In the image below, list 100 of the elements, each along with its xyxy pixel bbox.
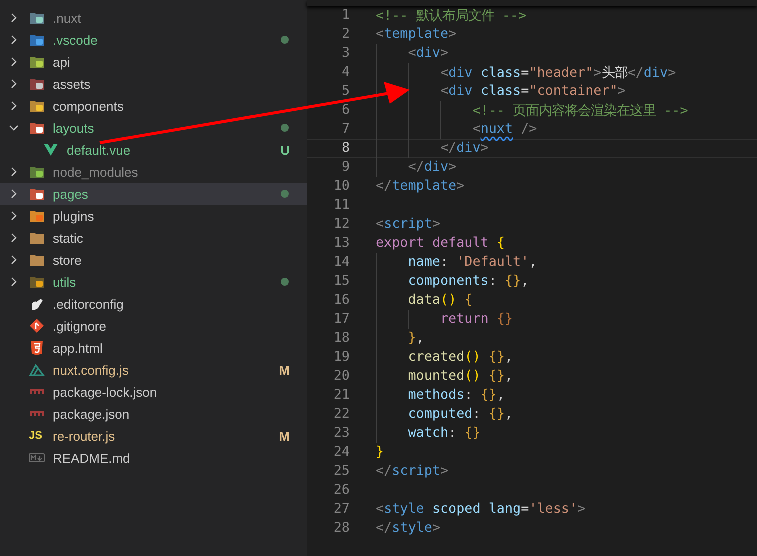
explorer-item[interactable]: static <box>0 227 307 249</box>
code-line: <!-- 页面内容将会渲染在这里 --> <box>472 102 688 120</box>
line-number: 2 <box>340 27 350 42</box>
file-name: .nuxt <box>53 10 82 26</box>
folder-icon <box>29 76 45 92</box>
code-line: data() { <box>407 293 473 308</box>
line-number: 15 <box>332 274 350 289</box>
file-name: store <box>53 252 83 268</box>
file-name: plugins <box>53 208 96 224</box>
git-icon <box>29 318 45 334</box>
file-name: app.html <box>53 340 104 356</box>
file-name: package-lock.json <box>53 384 158 400</box>
triangle-icon <box>29 362 45 378</box>
code-line: methods: {}, <box>407 388 505 403</box>
explorer-item[interactable]: api <box>0 51 307 73</box>
code-line: components: {}, <box>407 274 530 289</box>
folder-icon <box>29 252 45 268</box>
line-number: 7 <box>340 122 350 137</box>
file-name: api <box>53 54 72 70</box>
explorer-item[interactable]: pages <box>0 183 307 205</box>
explorer-item[interactable]: .gitignore <box>0 315 307 337</box>
code-line: </style> <box>376 521 440 536</box>
file-name: .editorconfig <box>53 296 125 312</box>
line-number: 3 <box>340 46 350 61</box>
code-line: <template> <box>376 27 457 42</box>
code-line: </div> <box>440 141 489 156</box>
explorer-item[interactable]: assets <box>0 73 307 95</box>
line-number: 18 <box>332 331 350 346</box>
folder-icon <box>29 32 45 48</box>
code-line: created() {}, <box>407 350 514 365</box>
explorer-item[interactable]: README.md <box>0 447 307 469</box>
code-line: mounted() {}, <box>407 369 514 384</box>
line-number: 13 <box>332 236 350 251</box>
code-line: <style scoped lang='less'> <box>376 502 586 517</box>
line-number: 8 <box>340 141 350 156</box>
line-number: 6 <box>340 103 350 118</box>
line-number: 11 <box>332 198 350 213</box>
line-number: 1 <box>340 8 350 23</box>
explorer-item[interactable]: node_modules <box>0 161 307 183</box>
explorer-item[interactable]: app.html <box>0 337 307 359</box>
file-name: .gitignore <box>53 318 108 334</box>
code-line: <!-- 默认布局文件 --> <box>376 8 527 24</box>
explorer-item[interactable]: JS re-router.js M <box>0 425 307 447</box>
line-number: 20 <box>332 369 350 384</box>
folder-icon <box>29 164 45 180</box>
explorer-item[interactable]: components <box>0 95 307 117</box>
file-name: node_modules <box>53 164 140 180</box>
file-name: package.json <box>53 406 131 422</box>
folder-icon <box>29 120 45 136</box>
explorer-item[interactable]: utils <box>0 271 307 293</box>
code-line: </template> <box>376 179 465 194</box>
code-line: </script> <box>376 464 449 479</box>
file-name: nuxt.config.js <box>53 362 130 378</box>
file-name: components <box>53 98 125 114</box>
line-number: 12 <box>332 217 350 232</box>
line-number: 9 <box>340 160 350 175</box>
file-name: static <box>53 230 84 246</box>
folder-icon <box>29 186 45 202</box>
explorer-item[interactable]: .editorconfig <box>0 293 307 315</box>
code-line: </div> <box>407 160 457 175</box>
folder-icon <box>29 98 45 114</box>
v-icon <box>43 142 59 158</box>
folder-icon <box>29 10 45 26</box>
explorer-item[interactable]: store <box>0 249 307 271</box>
folder-icon <box>29 230 45 246</box>
code-line: computed: {}, <box>407 407 514 422</box>
line-number: 28 <box>332 521 350 536</box>
line-number: 16 <box>332 293 350 308</box>
line-number: 5 <box>340 84 350 99</box>
line-number: 27 <box>332 502 350 517</box>
code-line: watch: {} <box>407 426 481 441</box>
explorer-item[interactable]: plugins <box>0 205 307 227</box>
line-number: 14 <box>332 255 350 270</box>
code-line: return {} <box>440 312 514 327</box>
explorer-item[interactable]: package.json <box>0 403 307 425</box>
file-name: utils <box>53 274 78 290</box>
line-number: 24 <box>332 445 350 460</box>
code-line: } <box>376 445 384 460</box>
line-number: 23 <box>332 426 350 441</box>
code-line: <script> <box>376 217 440 232</box>
git-status-letter: M <box>279 362 290 378</box>
explorer-item[interactable]: default.vue U <box>0 139 307 161</box>
explorer-item[interactable]: package-lock.json <box>0 381 307 403</box>
code-line: <nuxt /> <box>472 122 538 137</box>
file-name: pages <box>53 186 90 202</box>
folder-icon <box>29 208 45 224</box>
code-line: <div class="container"> <box>440 84 626 99</box>
code-line: <div> <box>407 46 449 61</box>
line-number: 17 <box>332 312 350 327</box>
explorer-item[interactable]: layouts <box>0 117 307 139</box>
code-line: export default { <box>376 236 505 251</box>
folder-icon <box>29 274 45 290</box>
explorer-item[interactable]: .vscode <box>0 29 307 51</box>
code-line: }, <box>407 331 424 346</box>
line-number: 10 <box>332 179 350 194</box>
explorer-item[interactable]: .nuxt <box>0 7 307 29</box>
explorer-item[interactable]: nuxt.config.js M <box>0 359 307 381</box>
code-line: name: 'Default', <box>407 255 538 270</box>
html5-shield-icon <box>29 340 45 356</box>
file-name: assets <box>53 76 92 92</box>
